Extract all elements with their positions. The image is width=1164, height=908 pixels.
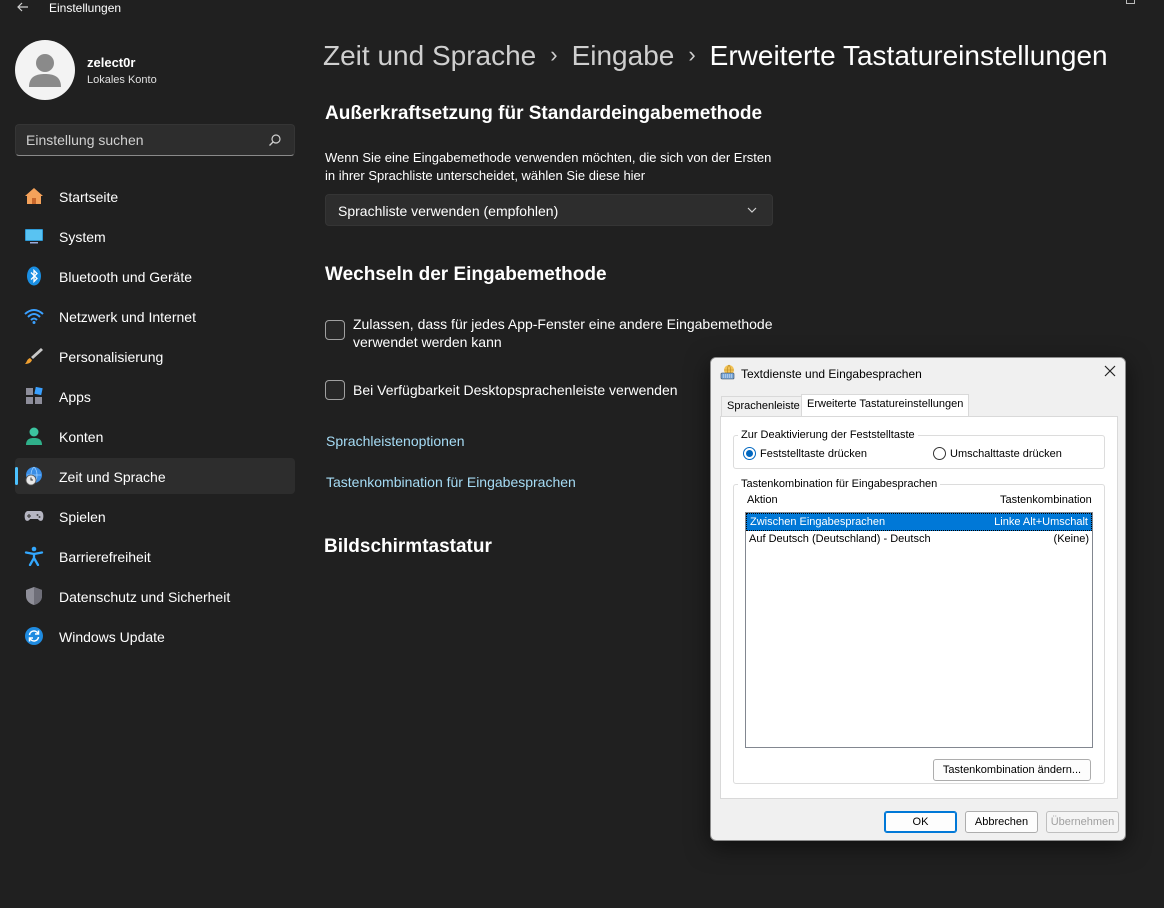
sidebar-item-bluetooth[interactable]: Bluetooth und Geräte	[15, 258, 295, 294]
avatar[interactable]	[15, 40, 75, 100]
hotkey-group-title: Tastenkombination für Eingabesprachen	[738, 478, 941, 490]
column-header-action[interactable]: Aktion	[747, 494, 778, 506]
sidebar-item-label: Konten	[59, 429, 104, 445]
search-input[interactable]	[26, 132, 256, 148]
breadcrumb-separator: ›	[688, 42, 696, 67]
radio-capslock-key[interactable]	[743, 447, 756, 460]
sidebar-item-personalisierung[interactable]: Personalisierung	[15, 338, 295, 374]
input-method-dropdown[interactable]: Sprachliste verwenden (empfohlen)	[325, 194, 773, 226]
column-header-combo[interactable]: Tastenkombination	[1000, 494, 1092, 506]
globe-clock-icon	[25, 466, 42, 486]
sidebar-item-label: Zeit und Sprache	[59, 469, 166, 485]
text-services-dialog: Textdienste und Eingabesprachen Sprachen…	[710, 357, 1126, 841]
list-item-action: Zwischen Eingabesprachen	[750, 516, 886, 528]
sidebar-item-label: Barrierefreiheit	[59, 549, 151, 565]
sidebar-item-label: Startseite	[59, 189, 119, 205]
sidebar-item-apps[interactable]: Apps	[15, 378, 295, 414]
checkbox-per-app-input[interactable]	[325, 320, 345, 340]
page-title: Erweiterte Tastatureinstellungen	[709, 40, 1108, 71]
bluetooth-icon	[27, 266, 41, 286]
sidebar-item-zeit-und-sprache[interactable]: Zeit und Sprache	[15, 458, 295, 494]
person-icon	[26, 427, 42, 445]
cancel-button[interactable]: Abbrechen	[965, 811, 1038, 833]
sidebar-item-windows-update[interactable]: Windows Update	[15, 618, 295, 654]
dropdown-selected-value: Sprachliste verwenden (empfohlen)	[338, 203, 559, 219]
list-item[interactable]: Zwischen Eingabesprachen Linke Alt+Umsch…	[746, 513, 1092, 531]
sidebar-item-netzwerk[interactable]: Netzwerk und Internet	[15, 298, 295, 334]
breadcrumb-item-zeit-und-sprache[interactable]: Zeit und Sprache	[323, 40, 536, 71]
dialog-title: Textdienste und Eingabesprachen	[741, 367, 922, 381]
user-silhouette-icon	[29, 54, 61, 87]
checkbox-per-app-input-label: Zulassen, dass für jedes App-Fenster ein…	[353, 316, 773, 350]
apply-button[interactable]: Übernehmen	[1046, 811, 1119, 833]
app-title: Einstellungen	[49, 1, 122, 15]
brush-icon	[25, 348, 43, 364]
caps-lock-group-title: Zur Deaktivierung der Feststelltaste	[738, 429, 918, 441]
gamepad-icon	[24, 511, 44, 521]
monitor-icon	[25, 229, 43, 244]
shield-icon	[26, 587, 42, 605]
list-item[interactable]: Auf Deutsch (Deutschland) - Deutsch (Kei…	[746, 531, 1092, 549]
keyboard-globe-icon	[720, 364, 735, 380]
tab-erweiterte-tastatureinstellungen[interactable]: Erweiterte Tastatureinstellungen	[801, 394, 970, 416]
ok-button[interactable]: OK	[884, 811, 957, 833]
tab-panel: Zur Deaktivierung der Feststelltaste Fes…	[720, 416, 1118, 799]
list-item-combo: (Keine)	[1053, 533, 1089, 545]
sidebar-item-startseite[interactable]: Startseite	[15, 178, 295, 214]
list-item-action: Auf Deutsch (Deutschland) - Deutsch	[749, 533, 931, 545]
sidebar-item-label: Personalisierung	[59, 349, 164, 365]
sidebar-item-label: Spielen	[59, 509, 106, 525]
search-box[interactable]	[15, 124, 295, 156]
sidebar-item-datenschutz[interactable]: Datenschutz und Sicherheit	[15, 578, 295, 614]
title-bar: Einstellungen	[0, 0, 1164, 18]
window-restore-icon[interactable]	[1126, 0, 1135, 4]
sidebar-item-label: System	[59, 229, 106, 245]
wifi-icon	[24, 309, 44, 324]
sidebar-item-label: Bluetooth und Geräte	[59, 269, 193, 285]
search-icon[interactable]	[268, 133, 282, 147]
list-item-combo: Linke Alt+Umschalt	[994, 516, 1088, 528]
change-hotkey-button[interactable]: Tastenkombination ändern...	[933, 759, 1091, 781]
radio-shift-key-label: Umschalttaste drücken	[950, 448, 1062, 460]
sidebar-item-label: Windows Update	[59, 629, 165, 645]
checkbox-desktop-language-bar[interactable]	[325, 380, 345, 400]
accessibility-icon	[24, 546, 44, 566]
section-heading-onscreen-keyboard: Bildschirmtastatur	[324, 536, 492, 557]
override-description: Wenn Sie eine Eingabemethode verwenden m…	[325, 150, 772, 183]
radio-capslock-key-label: Feststelltaste drücken	[760, 448, 867, 460]
radio-shift-key[interactable]	[933, 447, 946, 460]
sidebar-item-label: Netzwerk und Internet	[59, 309, 196, 325]
section-heading-switching: Wechseln der Eingabemethode	[325, 264, 607, 285]
dialog-title-bar[interactable]: Textdienste und Eingabesprachen	[711, 358, 1125, 388]
sidebar-item-label: Apps	[59, 389, 91, 405]
link-input-language-hotkeys[interactable]: Tastenkombination für Eingabesprachen	[326, 474, 576, 490]
sidebar-item-konten[interactable]: Konten	[15, 418, 295, 454]
account-type: Lokales Konto	[87, 74, 157, 86]
user-name: zelect0r	[87, 55, 136, 70]
hotkey-list[interactable]: Zwischen Eingabesprachen Linke Alt+Umsch…	[745, 512, 1093, 748]
close-icon[interactable]	[1103, 364, 1117, 378]
home-icon	[25, 188, 43, 204]
chevron-down-icon	[747, 207, 757, 213]
apps-icon	[26, 386, 43, 404]
breadcrumb-item-eingabe[interactable]: Eingabe	[572, 40, 675, 71]
sidebar-item-barrierefreiheit[interactable]: Barrierefreiheit	[15, 538, 295, 574]
sidebar-item-label: Datenschutz und Sicherheit	[59, 589, 231, 605]
sidebar-item-spielen[interactable]: Spielen	[15, 498, 295, 534]
sidebar-nav: Startseite System Bluetooth und Geräte N…	[15, 178, 295, 658]
sidebar-item-system[interactable]: System	[15, 218, 295, 254]
tab-sprachenleiste[interactable]: Sprachenleiste	[721, 396, 806, 416]
back-arrow-icon[interactable]	[14, 0, 32, 16]
breadcrumb-separator: ›	[550, 42, 558, 67]
breadcrumb: Zeit und Sprache › Eingabe › Erweiterte Tast…	[323, 40, 1108, 72]
section-heading-override: Außerkraftsetzung für Standardeingabemet…	[325, 103, 763, 124]
link-language-bar-options[interactable]: Sprachleistenoptionen	[326, 433, 465, 449]
checkbox-desktop-language-bar-label: Bei Verfügbarkeit Desktopsprachenleiste …	[353, 382, 678, 398]
update-icon	[25, 627, 43, 645]
